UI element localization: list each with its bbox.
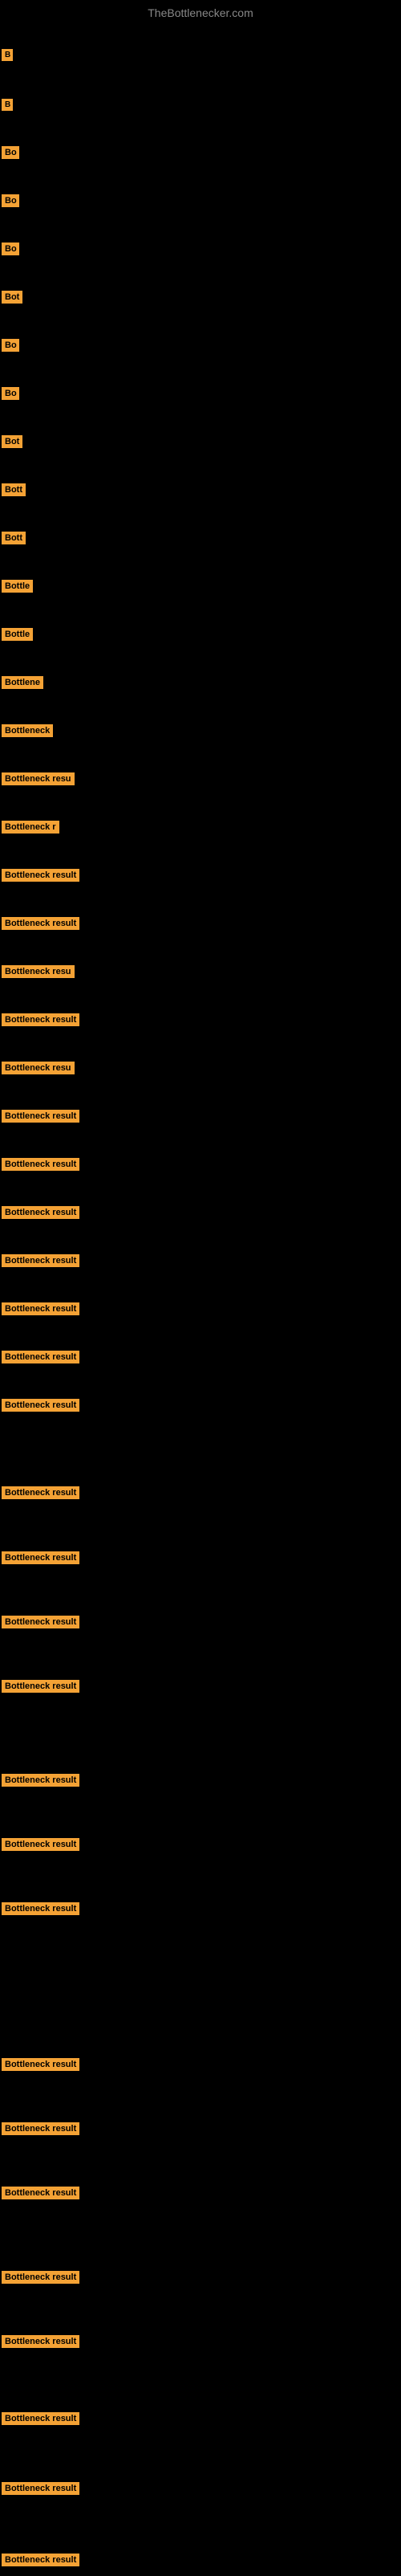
badge-row: Bo [0, 377, 401, 410]
badge-row: Bo [0, 329, 401, 361]
bottleneck-badge: Bottleneck result [2, 1351, 79, 1363]
bottleneck-badge: Bot [2, 291, 22, 304]
badge-row: Bottleneck result [0, 1293, 401, 1325]
bottleneck-badge: Bottleneck result [2, 1206, 79, 1219]
bottleneck-badge: Bottleneck result [2, 1013, 79, 1026]
bottleneck-badge: Bo [2, 339, 19, 352]
bottleneck-badge: Bottleneck result [2, 1399, 79, 1412]
badge-row: Bottleneck result [0, 1828, 401, 1861]
bottleneck-badge: Bo [2, 146, 19, 159]
badge-row: Bottleneck result [0, 2261, 401, 2293]
site-title: TheBottlenecker.com [0, 0, 401, 22]
badge-row: Bottleneck result [0, 2177, 401, 2209]
badge-row: Bottleneck resu [0, 1052, 401, 1084]
badge-row: Bottleneck result [0, 2403, 401, 2435]
badge-row: Bottleneck r [0, 811, 401, 843]
bottleneck-badge: Bottleneck resu [2, 965, 75, 978]
badge-row: Bottleneck resu [0, 763, 401, 795]
badge-row: Bott [0, 474, 401, 506]
bottleneck-badge: Bottleneck resu [2, 772, 75, 785]
badge-row: B [0, 88, 401, 120]
bottleneck-badge: Bottleneck result [2, 2187, 79, 2199]
badge-row: Bottle [0, 618, 401, 650]
badge-row: Bottleneck result [0, 2048, 401, 2081]
bottleneck-badge: Bottleneck result [2, 1902, 79, 1915]
badge-row: Bottleneck result [0, 2325, 401, 2358]
bottleneck-badge: B [2, 49, 13, 61]
badge-row: B [0, 39, 401, 71]
bottleneck-badge: Bottleneck result [2, 1302, 79, 1315]
bottleneck-badge: Bottleneck result [2, 2122, 79, 2135]
bottleneck-badge: Bottleneck result [2, 1254, 79, 1267]
bottleneck-badge: Bottleneck result [2, 2271, 79, 2284]
badge-row: Bottlene [0, 666, 401, 699]
badge-row: Bottle [0, 570, 401, 602]
bottleneck-badge: Bottleneck result [2, 917, 79, 930]
badge-row: Bottleneck [0, 715, 401, 747]
badge-row: Bottleneck result [0, 1196, 401, 1229]
bottleneck-badge: Bo [2, 243, 19, 255]
bottleneck-badge: Bottleneck result [2, 2058, 79, 2071]
badge-row: Bot [0, 426, 401, 458]
bottleneck-badge: Bottleneck result [2, 2482, 79, 2495]
badge-row: Bottleneck result [0, 1606, 401, 1638]
bottleneck-badge: Bott [2, 483, 26, 496]
bottleneck-badge: Bottleneck r [2, 821, 59, 834]
badge-row: Bottleneck result [0, 1542, 401, 1574]
badge-row: Bot [0, 281, 401, 313]
badge-row: Bo [0, 137, 401, 169]
badge-row: Bottleneck result [0, 1100, 401, 1132]
bottleneck-badge: Bottle [2, 628, 33, 641]
bottleneck-badge: Bottleneck result [2, 2412, 79, 2425]
bottleneck-badge: Bot [2, 435, 22, 448]
bottleneck-badge: Bo [2, 194, 19, 207]
badge-row: Bo [0, 185, 401, 217]
bottleneck-badge: Bottleneck result [2, 1110, 79, 1123]
bottleneck-badge: Bottleneck result [2, 1551, 79, 1564]
bottleneck-badge: B [2, 99, 13, 111]
bottleneck-badge: Bottleneck resu [2, 1062, 75, 1074]
badge-row: Bott [0, 522, 401, 554]
bottleneck-badge: Bottleneck result [2, 1838, 79, 1851]
bottleneck-badge: Bottleneck [2, 724, 53, 737]
bottleneck-badge: Bott [2, 532, 26, 544]
badge-row: Bottleneck result [0, 1004, 401, 1036]
badge-row: Bottleneck result [0, 1341, 401, 1373]
badge-row: Bottleneck result [0, 859, 401, 891]
badge-row: Bottleneck result [0, 2472, 401, 2505]
badge-row: Bottleneck result [0, 1245, 401, 1277]
bottleneck-badge: Bottleneck result [2, 1486, 79, 1499]
badge-row: Bottleneck result [0, 1389, 401, 1421]
badge-row: Bottleneck result [0, 1764, 401, 1796]
badge-row: Bottleneck result [0, 907, 401, 940]
bottleneck-badge: Bottleneck result [2, 1158, 79, 1171]
badge-row: Bottleneck result [0, 1477, 401, 1509]
badge-row: Bottleneck result [0, 2544, 401, 2576]
badge-row: Bottleneck result [0, 2113, 401, 2145]
bottleneck-badge: Bottleneck result [2, 1616, 79, 1628]
bottleneck-badge: Bottlene [2, 676, 43, 689]
bottleneck-badge: Bottleneck result [2, 2554, 79, 2566]
bottleneck-badge: Bo [2, 387, 19, 400]
badge-row: Bottleneck result [0, 1670, 401, 1702]
badge-row: Bo [0, 233, 401, 265]
badge-row: Bottleneck resu [0, 956, 401, 988]
bottleneck-badge: Bottle [2, 580, 33, 593]
bottleneck-badge: Bottleneck result [2, 2335, 79, 2348]
badge-row: Bottleneck result [0, 1893, 401, 1925]
badge-row: Bottleneck result [0, 1148, 401, 1180]
bottleneck-badge: Bottleneck result [2, 1774, 79, 1787]
bottleneck-badge: Bottleneck result [2, 1680, 79, 1693]
bottleneck-badge: Bottleneck result [2, 869, 79, 882]
